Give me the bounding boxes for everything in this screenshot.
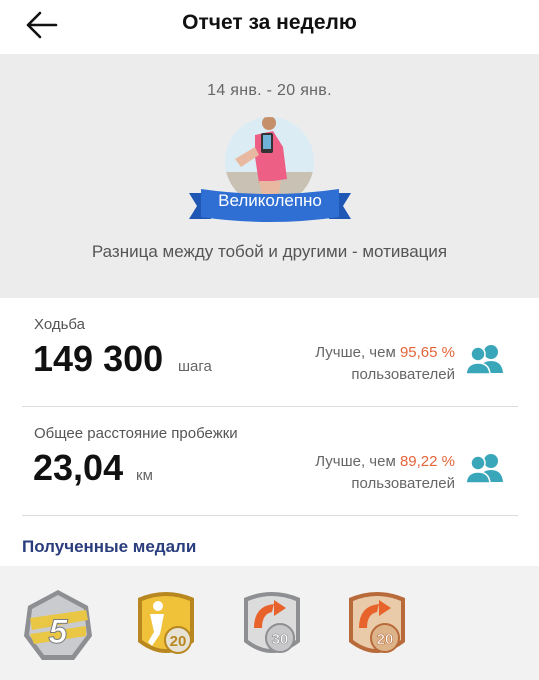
medal-runner-20[interactable]: 20 [341, 588, 413, 664]
runner-20-medal-icon: 20 [349, 592, 405, 653]
medal-silver-5[interactable]: 5 [22, 588, 94, 664]
gold-walker-20-medal-icon: 20 [138, 592, 194, 654]
comparison-text: Лучше, чем 95,65 % пользователей [315, 342, 455, 386]
date-range: 14 янв. - 20 янв. [207, 82, 332, 99]
medal-number: 30 [272, 631, 289, 648]
comparison-text: Лучше, чем 89,22 % пользователей [315, 451, 455, 495]
stat-label: Ходьба [34, 316, 86, 333]
better-than-text: Лучше, чем [315, 344, 396, 361]
medal-runner-30[interactable]: 30 [236, 588, 308, 664]
stat-label: Общее расстояние пробежки [34, 425, 238, 442]
silver-5-medal-icon: 5 [24, 590, 92, 660]
badge-label: Великолепно [218, 191, 322, 210]
medal-number: 20 [377, 631, 394, 648]
divider [22, 515, 518, 516]
users-text: пользователей [351, 475, 455, 492]
weekly-summary-hero: 14 янв. - 20 янв. Великолепно Разница ме… [0, 54, 539, 298]
header-bar: Отчет за неделю [0, 0, 539, 52]
stat-value: 149 300 [33, 338, 164, 379]
medal-number: 20 [170, 633, 187, 650]
users-icon [465, 454, 503, 483]
stat-unit: шага [178, 358, 212, 375]
medals-section-title: Полученные медали [22, 537, 197, 556]
percentile-value: 89,22 % [399, 453, 455, 470]
medal-number: 5 [49, 613, 69, 651]
runner-30-medal-icon: 30 [244, 592, 300, 653]
stat-unit: км [136, 467, 153, 484]
medal-gold-walker-20[interactable]: 20 [130, 588, 202, 664]
users-icon [465, 345, 503, 374]
better-than-text: Лучше, чем [315, 453, 396, 470]
percentile-value: 95,65 % [399, 344, 455, 361]
stat-value: 23,04 [33, 447, 124, 488]
motivation-text: Разница между тобой и другими - мотиваци… [91, 242, 448, 261]
walking-stat-card[interactable]: Ходьба 149 300 шага Лучше, чем 95,65 % п… [0, 298, 539, 406]
running-stat-card[interactable]: Общее расстояние пробежки 23,04 км Лучше… [0, 407, 539, 515]
page-title: Отчет за неделю [182, 11, 357, 34]
users-text: пользователей [351, 366, 455, 383]
